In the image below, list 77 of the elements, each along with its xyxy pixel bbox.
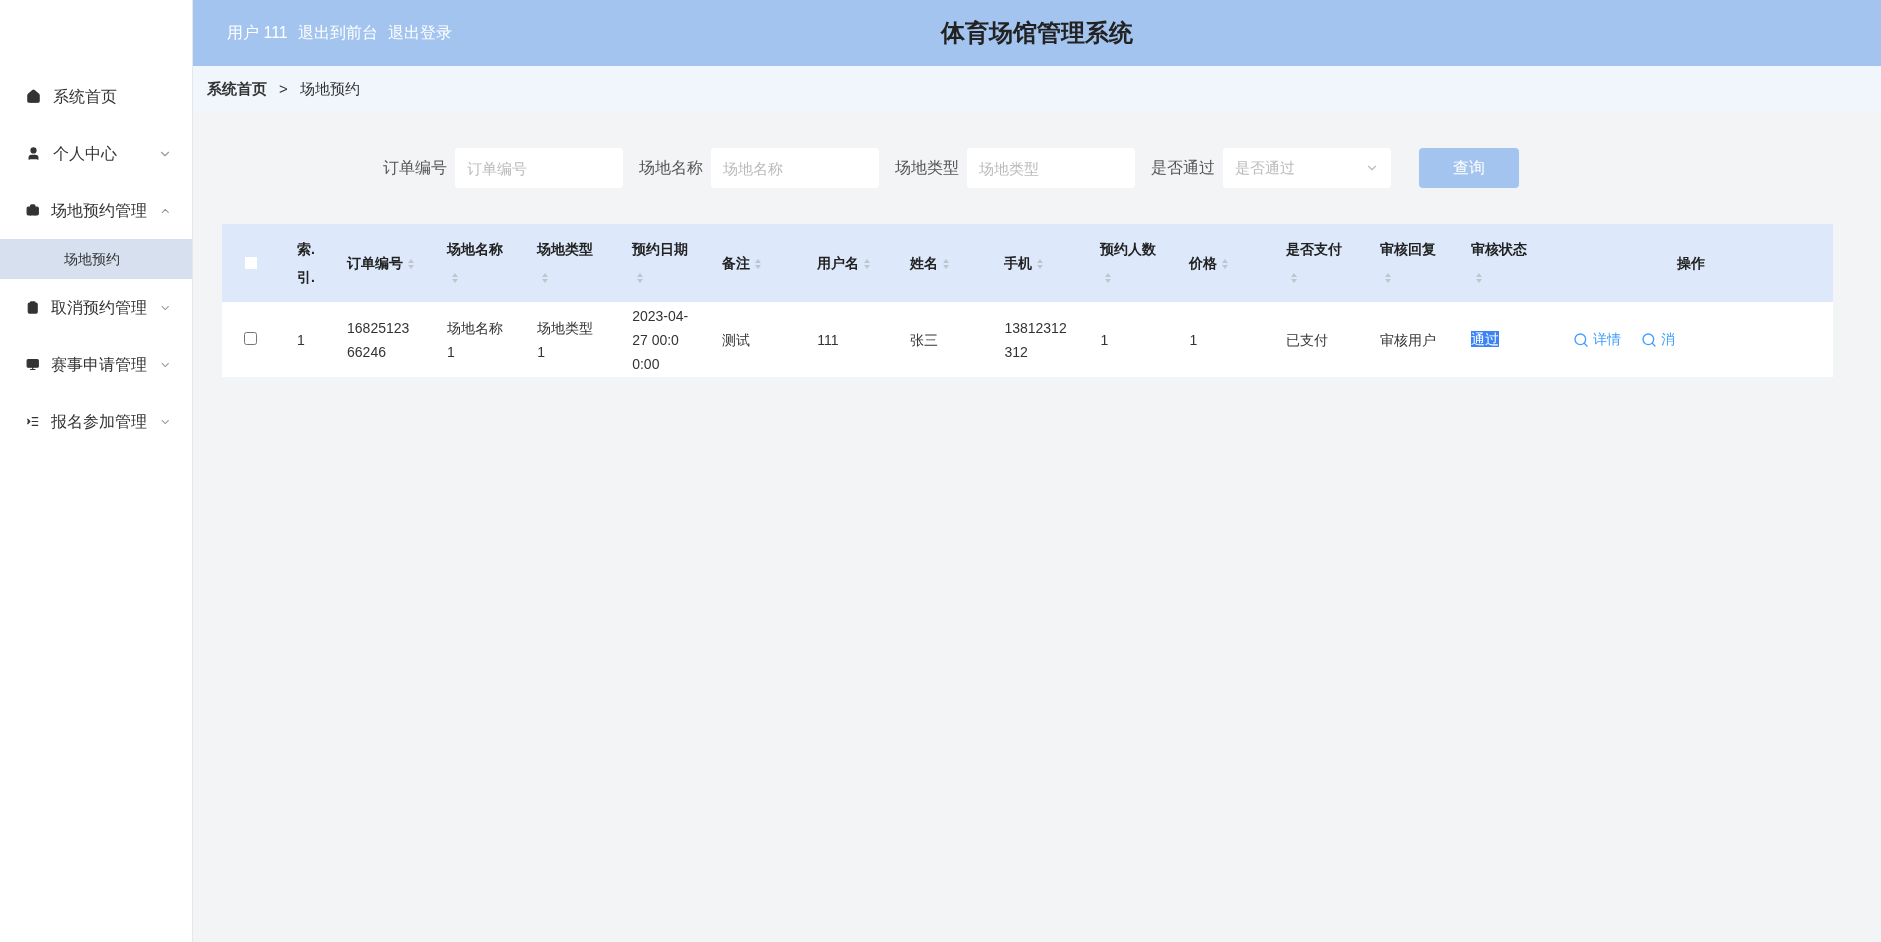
breadcrumb-item[interactable]: 系统首页 [207, 77, 267, 101]
home-icon [26, 89, 41, 104]
sidebar-label: 取消预约管理 [51, 297, 148, 318]
monitor-icon [26, 357, 40, 372]
table-cell: 测试 [722, 331, 751, 348]
row-checkbox[interactable] [244, 331, 257, 345]
column-header: 订单编号 [347, 255, 404, 271]
table-cell: 13812312312 [1004, 319, 1067, 360]
table-cell: 审核用户 [1379, 331, 1436, 348]
column-header: 是否支付 [1285, 241, 1342, 257]
submenu-item[interactable]: 场地预约 [0, 239, 192, 279]
sidebar-label: 场地预约管理 [51, 200, 148, 221]
field-label: 订单编号 [383, 158, 447, 178]
input-field[interactable]: 订单编号 [455, 148, 623, 188]
sort-icon[interactable] [754, 258, 763, 271]
sort-icon[interactable] [541, 272, 550, 285]
table-cell: 张三 [910, 331, 939, 348]
field-label: 场地名称 [639, 158, 703, 178]
list-icon [26, 414, 40, 429]
table-cell: 场地类型1 [537, 319, 594, 360]
status-text: 通过 [1470, 331, 1499, 347]
column-header: 场地类型 [537, 241, 594, 257]
sidebar-item[interactable]: 取消预约管理 [0, 279, 192, 336]
user-label: 用户 111 [227, 23, 288, 43]
table-cell: 1682512366246 [347, 319, 410, 360]
column-header: 姓名 [910, 255, 939, 271]
sort-icon[interactable] [636, 272, 645, 285]
system-title: 体育场馆管理系统 [941, 18, 1133, 48]
sidebar-item[interactable]: 报名参加管理 [0, 393, 192, 450]
sort-icon[interactable] [1383, 272, 1392, 285]
column-header: 用户名 [817, 255, 860, 271]
clipboard-icon [26, 300, 40, 315]
field-label: 场地类型 [895, 158, 959, 178]
breadcrumb-item[interactable]: 场地预约 [299, 77, 360, 101]
checkbox[interactable] [244, 257, 257, 269]
search-icon [1572, 331, 1589, 348]
sort-icon[interactable] [451, 272, 460, 285]
table-cell: 111 [817, 331, 839, 348]
sidebar-label: 系统首页 [53, 86, 117, 107]
field-label: 是否通过 [1151, 158, 1215, 178]
sort-icon[interactable] [1036, 258, 1045, 271]
input-field[interactable]: 场地名称 [711, 148, 879, 188]
column-header: 预约人数 [1100, 241, 1157, 257]
sort-icon[interactable] [1104, 272, 1113, 285]
table-cell: 1 [297, 331, 305, 348]
column-header: 场地名称 [447, 241, 504, 257]
sort-icon[interactable] [1289, 272, 1298, 285]
column-header: 索.引. [297, 241, 315, 285]
table-cell: 已支付 [1285, 331, 1328, 348]
sidebar-label: 报名参加管理 [51, 411, 148, 432]
sort-icon[interactable] [407, 258, 416, 271]
breadcrumb-separator: > [279, 78, 288, 99]
user-icon [26, 146, 41, 161]
search-icon [1640, 331, 1657, 348]
column-header: 审核状态 [1470, 241, 1527, 257]
sidebar-item[interactable]: 场地预约管理 [0, 182, 192, 239]
column-header: 备注 [722, 255, 751, 271]
sort-icon[interactable] [1474, 272, 1483, 285]
column-header: 操作 [1675, 254, 1706, 273]
sidebar-label: 赛事申请管理 [51, 354, 148, 375]
briefcase-icon [26, 203, 40, 218]
table-cell: 场地名称1 [447, 319, 504, 360]
input-field[interactable]: 场地类型 [967, 148, 1135, 188]
sidebar-label: 个人中心 [53, 143, 117, 164]
column-header: 预约日期 [632, 241, 689, 257]
sort-icon[interactable] [1221, 258, 1230, 271]
table-cell: 1 [1100, 331, 1109, 348]
sidebar-item[interactable]: 个人中心 [0, 125, 192, 182]
column-header: 审核回复 [1379, 241, 1436, 257]
column-header: 手机 [1004, 255, 1033, 271]
sort-icon[interactable] [863, 258, 872, 271]
sidebar-item[interactable]: 系统首页 [0, 68, 192, 125]
column-header: 价格 [1189, 255, 1218, 271]
table-cell: 1 [1189, 331, 1198, 348]
sidebar-item[interactable]: 赛事申请管理 [0, 336, 192, 393]
table-cell: 2023-04-27 00:00:00 [632, 307, 689, 372]
sort-icon[interactable] [942, 258, 951, 271]
